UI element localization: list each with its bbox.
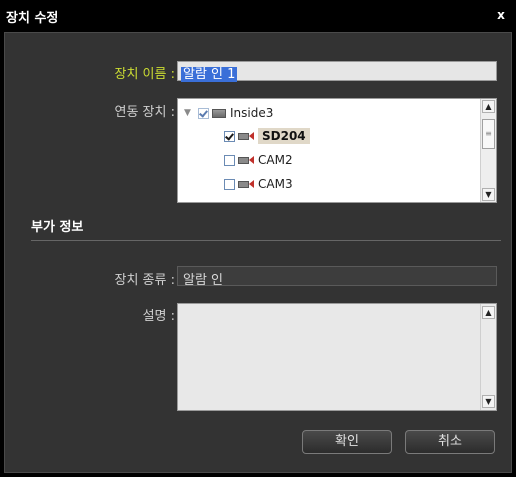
section-divider	[31, 240, 501, 241]
tree-scrollbar[interactable]: ▲ ≡ ▼	[480, 99, 496, 202]
tree-item-cam3[interactable]: CAM3	[224, 175, 293, 193]
description-scrollbar[interactable]: ▲ ▼	[480, 304, 496, 410]
nvr-device-icon	[212, 108, 226, 118]
linked-devices-tree[interactable]: ▼ Inside3 SD204 CAM2 CAM3 ▲ ≡ ▼	[177, 98, 497, 203]
extra-info-heading: 부가 정보	[31, 220, 84, 235]
device-kind-field: 알람 인	[177, 266, 497, 288]
tree-root-row[interactable]: ▼ Inside3	[184, 104, 273, 122]
camera-icon	[238, 155, 254, 165]
tree-item-label: CAM2	[258, 153, 293, 167]
tree-item-label: SD204	[258, 128, 310, 144]
ok-button[interactable]: 확인	[302, 430, 392, 454]
scroll-up-icon[interactable]: ▲	[482, 306, 495, 319]
scroll-up-icon[interactable]: ▲	[482, 100, 495, 113]
device-kind-label: 장치 종류 :	[114, 273, 176, 288]
cancel-button[interactable]: 취소	[405, 430, 495, 454]
scroll-thumb[interactable]: ≡	[482, 119, 495, 149]
edit-device-dialog: 장치 수정 x 장치 이름 : 알람 인 1 연동 장치 : ▼ Inside3…	[0, 0, 516, 477]
title-bar: 장치 수정 x	[0, 0, 516, 32]
camera-icon	[238, 131, 254, 141]
item-checkbox[interactable]	[224, 178, 235, 190]
device-name-label: 장치 이름 :	[114, 67, 176, 82]
device-name-input[interactable]: 알람 인 1	[177, 61, 497, 82]
camera-icon	[238, 179, 254, 189]
scroll-down-icon[interactable]: ▼	[482, 395, 495, 408]
dialog-title: 장치 수정	[6, 11, 59, 26]
tree-item-label: CAM3	[258, 177, 293, 191]
tree-item-cam2[interactable]: CAM2	[224, 151, 293, 169]
device-name-value: 알람 인 1	[181, 67, 238, 82]
description-textarea[interactable]: ▲ ▼	[177, 303, 497, 411]
item-checkbox[interactable]	[224, 130, 235, 142]
description-label: 설명 :	[142, 309, 175, 324]
tree-root-label: Inside3	[230, 106, 274, 120]
scroll-down-icon[interactable]: ▼	[482, 188, 495, 201]
linked-devices-label: 연동 장치 :	[114, 105, 176, 120]
expand-arrow-icon[interactable]: ▼	[184, 108, 194, 118]
dialog-body: 장치 이름 : 알람 인 1 연동 장치 : ▼ Inside3 SD204 C…	[4, 32, 512, 473]
close-icon[interactable]: x	[495, 9, 507, 21]
tree-item-sd204[interactable]: SD204	[224, 127, 310, 145]
root-checkbox[interactable]	[198, 107, 209, 119]
item-checkbox[interactable]	[224, 154, 235, 166]
